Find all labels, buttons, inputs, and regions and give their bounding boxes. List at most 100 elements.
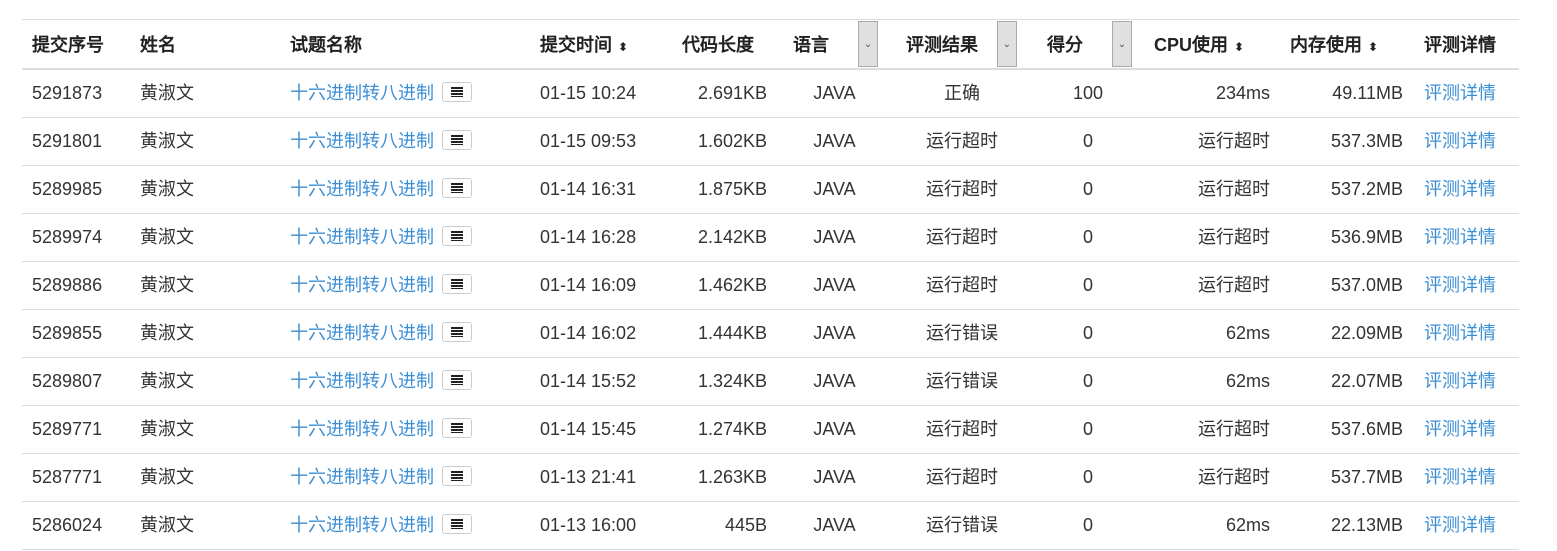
detail-link-cell: 评测详情 [1424, 502, 1496, 549]
code-length: 1.274KB [697, 419, 767, 439]
memory-usage: 537.3MB [1330, 131, 1403, 151]
sort-icon: ⬍ [1234, 40, 1245, 54]
submit-time: 01-14 15:52 [540, 371, 637, 391]
detail-link[interactable]: 评测详情 [1424, 227, 1496, 247]
student-name: 黄淑文 [140, 275, 194, 295]
table-row: 5289886 黄淑文 十六进制转八进制 01-14 16:09 1.462KB… [22, 262, 1519, 310]
result: 运行错误 [926, 371, 998, 391]
submit-time: 01-13 21:41 [540, 467, 637, 487]
list-icon[interactable] [442, 226, 472, 247]
result: 运行错误 [926, 515, 998, 535]
result: 运行错误 [926, 323, 998, 343]
submission-id: 5291801 [32, 131, 103, 151]
list-icon[interactable] [442, 418, 472, 439]
problem-cell: 十六进制转八进制 [290, 70, 472, 117]
code-length: 1.462KB [697, 275, 767, 295]
detail-link-cell: 评测详情 [1424, 166, 1496, 213]
score: 100 [1072, 83, 1104, 103]
submission-id: 5291873 [32, 83, 103, 103]
detail-link[interactable]: 评测详情 [1424, 467, 1496, 487]
language: JAVA [813, 515, 856, 535]
list-icon[interactable] [442, 274, 472, 295]
detail-link-cell: 评测详情 [1424, 406, 1496, 453]
memory-usage: 537.6MB [1330, 419, 1403, 439]
result-filter-dropdown[interactable]: ⌄ [997, 21, 1017, 67]
memory-usage: 536.9MB [1330, 227, 1403, 247]
result: 运行超时 [926, 467, 998, 487]
problem-cell: 十六进制转八进制 [290, 262, 472, 309]
detail-link[interactable]: 评测详情 [1424, 131, 1496, 151]
language: JAVA [813, 131, 856, 151]
list-icon[interactable] [442, 322, 472, 343]
header-cpu[interactable]: CPU使用 ⬍ [1154, 20, 1244, 72]
header-result: 评测结果 [906, 35, 978, 55]
score-filter-dropdown[interactable]: ⌄ [1112, 21, 1132, 67]
code-length: 1.444KB [697, 323, 767, 343]
problem-link[interactable]: 十六进制转八进制 [290, 515, 434, 535]
problem-link[interactable]: 十六进制转八进制 [290, 275, 434, 295]
submit-time: 01-14 16:09 [540, 275, 637, 295]
detail-link[interactable]: 评测详情 [1424, 323, 1496, 343]
problem-cell: 十六进制转八进制 [290, 502, 472, 549]
score: 0 [1082, 323, 1093, 343]
detail-link-cell: 评测详情 [1424, 118, 1496, 165]
language: JAVA [813, 275, 856, 295]
code-length: 1.263KB [697, 467, 767, 487]
language: JAVA [813, 179, 856, 199]
list-icon[interactable] [442, 370, 472, 391]
list-icon[interactable] [442, 514, 472, 535]
list-icon[interactable] [442, 82, 472, 103]
problem-link[interactable]: 十六进制转八进制 [290, 179, 434, 199]
memory-usage: 22.13MB [1330, 515, 1403, 535]
cpu-usage: 运行超时 [1198, 227, 1270, 247]
language: JAVA [813, 83, 856, 103]
language: JAVA [813, 323, 856, 343]
code-length: 445B [724, 515, 767, 535]
submit-time: 01-15 10:24 [540, 83, 637, 103]
problem-link[interactable]: 十六进制转八进制 [290, 371, 434, 391]
student-name: 黄淑文 [140, 323, 194, 343]
table-row: 5289855 黄淑文 十六进制转八进制 01-14 16:02 1.444KB… [22, 310, 1519, 358]
student-name: 黄淑文 [140, 515, 194, 535]
problem-link[interactable]: 十六进制转八进制 [290, 83, 434, 103]
detail-link[interactable]: 评测详情 [1424, 371, 1496, 391]
detail-link[interactable]: 评测详情 [1424, 419, 1496, 439]
problem-cell: 十六进制转八进制 [290, 214, 472, 261]
list-icon[interactable] [442, 466, 472, 487]
problem-link[interactable]: 十六进制转八进制 [290, 323, 434, 343]
result: 运行超时 [926, 179, 998, 199]
student-name: 黄淑文 [140, 371, 194, 391]
list-icon[interactable] [442, 178, 472, 199]
result: 正确 [944, 83, 980, 103]
memory-usage: 22.07MB [1330, 371, 1403, 391]
lang-filter-dropdown[interactable]: ⌄ [858, 21, 878, 67]
code-length: 1.324KB [697, 371, 767, 391]
submissions-table: 提交序号 姓名 试题名称 提交时间 ⬍ 代码长度 语言 ⌄ 评测结果 ⌄ 得分 ⌄… [22, 19, 1519, 550]
table-row: 5291873 黄淑文 十六进制转八进制 01-15 10:24 2.691KB… [22, 70, 1519, 118]
detail-link[interactable]: 评测详情 [1424, 515, 1496, 535]
cpu-usage: 运行超时 [1198, 179, 1270, 199]
table-header: 提交序号 姓名 试题名称 提交时间 ⬍ 代码长度 语言 ⌄ 评测结果 ⌄ 得分 ⌄… [22, 20, 1519, 70]
table-row: 5289807 黄淑文 十六进制转八进制 01-14 15:52 1.324KB… [22, 358, 1519, 406]
score: 0 [1082, 179, 1093, 199]
sort-icon: ⬍ [618, 40, 629, 54]
list-icon[interactable] [442, 130, 472, 151]
score: 0 [1082, 371, 1093, 391]
problem-link[interactable]: 十六进制转八进制 [290, 419, 434, 439]
problem-cell: 十六进制转八进制 [290, 310, 472, 357]
detail-link[interactable]: 评测详情 [1424, 275, 1496, 295]
detail-link[interactable]: 评测详情 [1424, 179, 1496, 199]
submission-id: 5289985 [32, 179, 103, 199]
problem-link[interactable]: 十六进制转八进制 [290, 227, 434, 247]
language: JAVA [813, 419, 856, 439]
submit-time: 01-15 09:53 [540, 131, 637, 151]
detail-link[interactable]: 评测详情 [1424, 83, 1496, 103]
problem-link[interactable]: 十六进制转八进制 [290, 467, 434, 487]
table-row: 5289771 黄淑文 十六进制转八进制 01-14 15:45 1.274KB… [22, 406, 1519, 454]
header-mem[interactable]: 内存使用 ⬍ [1290, 20, 1378, 72]
header-time[interactable]: 提交时间 ⬍ [540, 20, 628, 72]
score: 0 [1082, 275, 1093, 295]
student-name: 黄淑文 [140, 83, 194, 103]
problem-link[interactable]: 十六进制转八进制 [290, 131, 434, 151]
cpu-usage: 62ms [1225, 323, 1270, 343]
